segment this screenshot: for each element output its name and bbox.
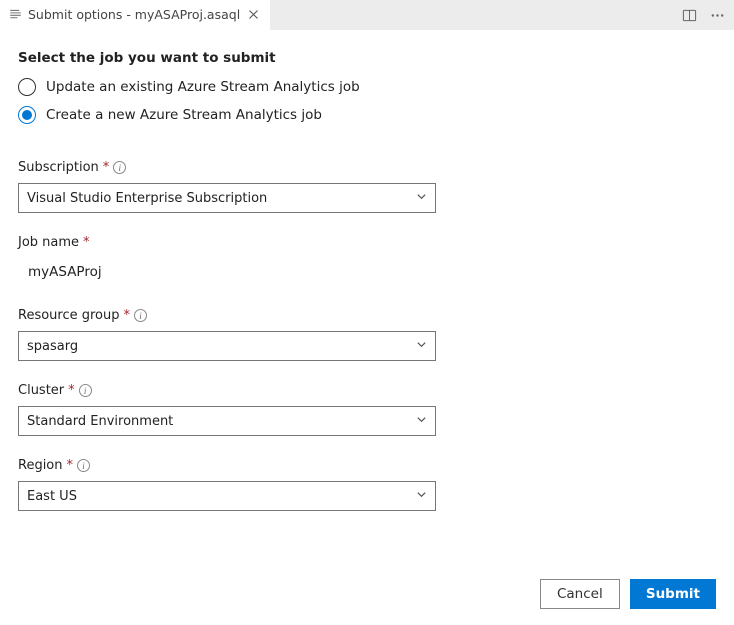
tab-strip-empty [270,0,734,30]
editor-tab[interactable]: Submit options - myASAProj.asaql [0,0,270,30]
footer-actions: Cancel Submit [540,579,716,609]
field-label: Cluster * i [18,383,716,398]
field-label: Subscription * i [18,160,716,175]
info-icon[interactable]: i [113,161,126,174]
chevron-down-icon [416,489,427,504]
cluster-select[interactable]: Standard Environment [18,406,436,436]
required-asterisk: * [67,458,74,473]
close-icon[interactable] [246,8,260,22]
select-value: spasarg [27,339,78,354]
label-text: Cluster [18,383,64,398]
section-heading: Select the job you want to submit [18,50,716,66]
resource-group-select[interactable]: spasarg [18,331,436,361]
field-resource-group: Resource group * i spasarg [18,308,716,361]
radio-icon-selected [18,106,36,124]
field-region: Region * i East US [18,458,716,511]
info-icon[interactable]: i [79,384,92,397]
label-text: Subscription [18,160,99,175]
tab-title: Submit options - myASAProj.asaql [28,7,240,22]
select-value: Standard Environment [27,414,173,429]
file-icon [8,8,22,22]
label-text: Job name [18,235,79,250]
label-text: Resource group [18,308,120,323]
radio-update-job[interactable]: Update an existing Azure Stream Analytic… [18,78,716,96]
required-asterisk: * [68,383,75,398]
chevron-down-icon [416,191,427,206]
titlebar: Submit options - myASAProj.asaql [0,0,734,30]
field-cluster: Cluster * i Standard Environment [18,383,716,436]
field-job-name: Job name * myASAProj [18,235,716,286]
cancel-button[interactable]: Cancel [540,579,620,609]
split-editor-icon[interactable] [680,6,698,24]
radio-label: Update an existing Azure Stream Analytic… [46,79,360,95]
radio-icon [18,78,36,96]
titlebar-actions [680,0,726,30]
radio-create-job[interactable]: Create a new Azure Stream Analytics job [18,106,716,124]
required-asterisk: * [103,160,110,175]
submit-button[interactable]: Submit [630,579,716,609]
select-value: East US [27,489,77,504]
required-asterisk: * [83,235,90,250]
info-icon[interactable]: i [77,459,90,472]
job-name-value: myASAProj [18,258,716,286]
field-subscription: Subscription * i Visual Studio Enterpris… [18,160,716,213]
chevron-down-icon [416,414,427,429]
region-select[interactable]: East US [18,481,436,511]
field-label: Resource group * i [18,308,716,323]
radio-label: Create a new Azure Stream Analytics job [46,107,322,123]
more-icon[interactable] [708,6,726,24]
required-asterisk: * [124,308,131,323]
select-value: Visual Studio Enterprise Subscription [27,191,267,206]
form-content: Select the job you want to submit Update… [0,30,734,511]
subscription-select[interactable]: Visual Studio Enterprise Subscription [18,183,436,213]
field-label: Job name * [18,235,716,250]
field-label: Region * i [18,458,716,473]
label-text: Region [18,458,63,473]
chevron-down-icon [416,339,427,354]
info-icon[interactable]: i [134,309,147,322]
